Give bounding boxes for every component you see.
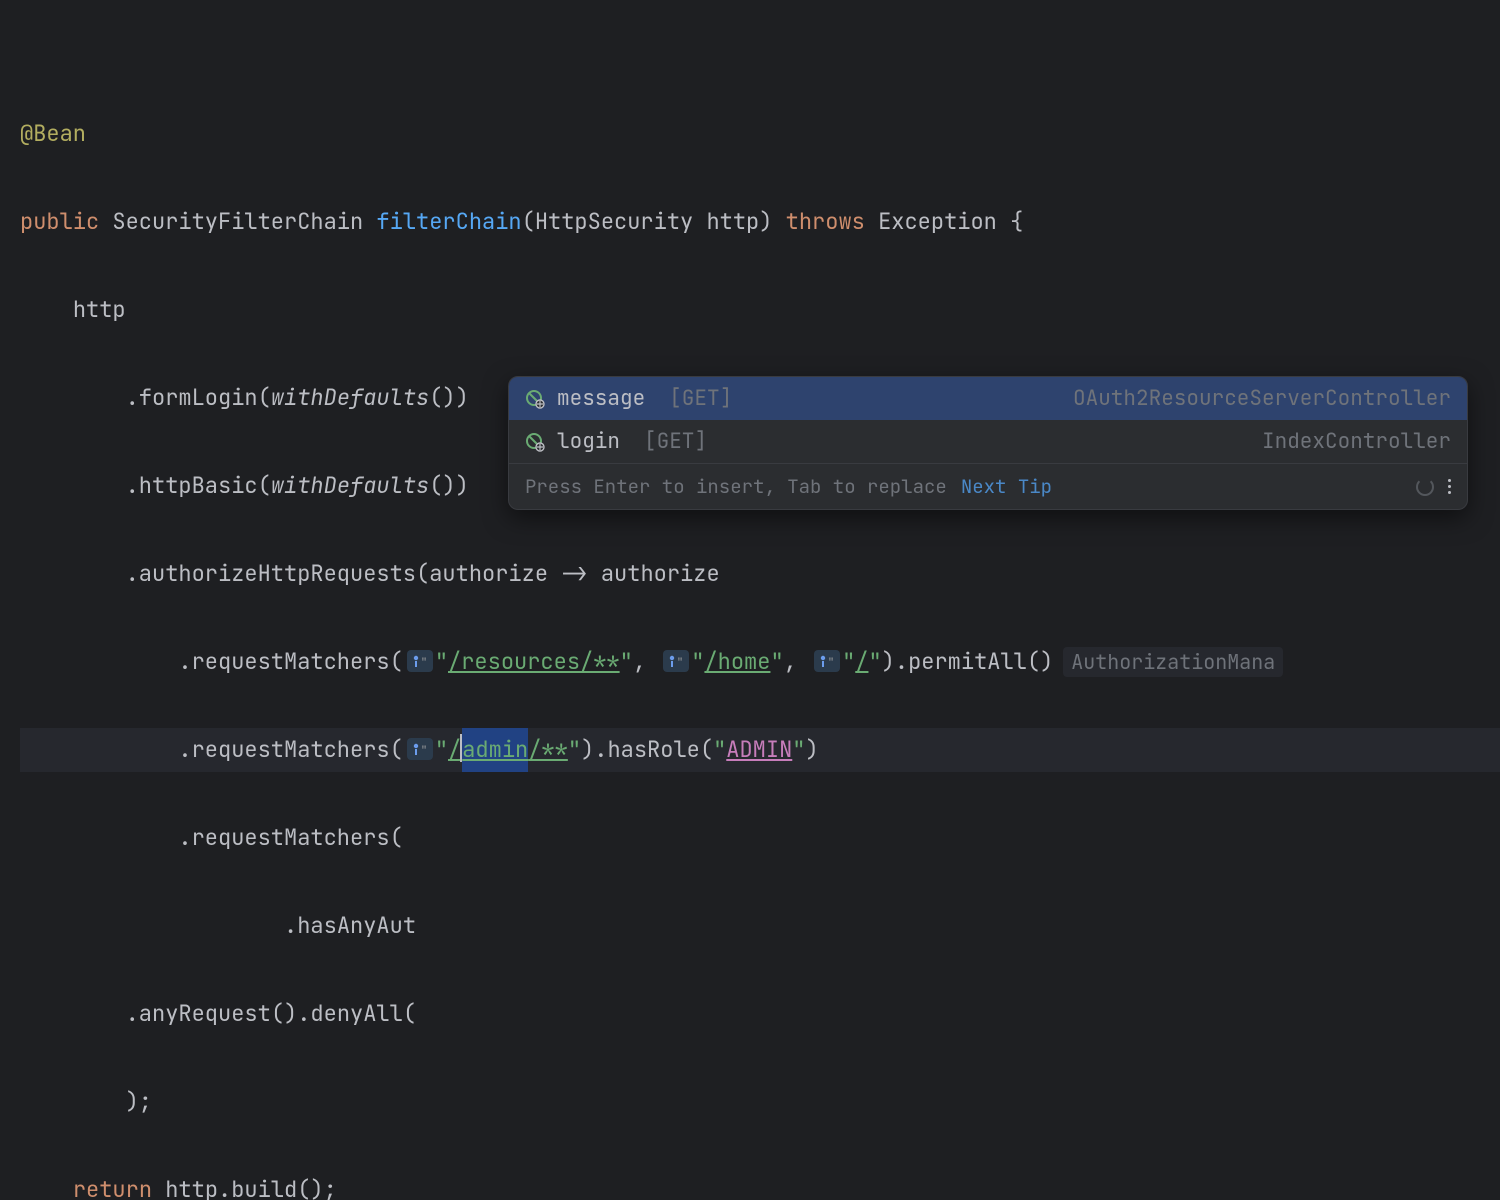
method-call: .httpBasic	[126, 471, 258, 500]
code-line: .requestMatchers(	[20, 816, 1500, 860]
autocomplete-label: login	[557, 428, 620, 455]
code-line: .authorizeHttpRequests(authorize -> auth…	[20, 552, 1500, 596]
string-literal: /resources/**	[448, 647, 620, 676]
lambda-param: authorize	[429, 559, 548, 588]
code-line: .anyRequest().denyAll(	[20, 992, 1500, 1036]
url-hint-icon[interactable]: "	[663, 650, 689, 672]
inlay-type-hint: AuthorizationMana	[1063, 647, 1283, 677]
code-line: );	[20, 1080, 1500, 1124]
code-line-current: .requestMatchers(""/admin/**").hasRole("…	[20, 728, 1500, 772]
more-options-icon[interactable]	[1448, 479, 1451, 494]
method-call: .requestMatchers	[178, 823, 389, 852]
code-editor[interactable]: @Bean public SecurityFilterChain filterC…	[0, 0, 1500, 1200]
method-call: .authorizeHttpRequests	[126, 559, 416, 588]
keyword-public: public	[20, 207, 99, 236]
method-name: filterChain	[376, 207, 521, 236]
method-call: .denyAll	[297, 999, 403, 1028]
method-call: .formLogin	[126, 383, 258, 412]
param-type: HttpSecurity	[535, 207, 693, 236]
code-line: .hasAnyAut	[20, 904, 1500, 948]
method-ref: withDefaults	[271, 471, 429, 500]
endpoint-icon	[525, 389, 545, 409]
return-type: SecurityFilterChain	[112, 207, 363, 236]
method-call: .hasRole	[594, 735, 700, 764]
lambda-arrow: ->	[561, 559, 587, 588]
string-part: /**	[528, 735, 568, 764]
autocomplete-label: message	[557, 385, 645, 412]
close-paren: );	[126, 1087, 152, 1116]
keyword-throws: throws	[786, 207, 865, 236]
svg-text:": "	[421, 745, 427, 756]
identifier: authorize	[601, 559, 720, 588]
autocomplete-item[interactable]: message [GET] OAuth2ResourceServerContro…	[509, 377, 1467, 420]
autocomplete-http-method: [GET]	[669, 385, 732, 412]
autocomplete-http-method: [GET]	[644, 428, 707, 455]
method-call: .anyRequest	[126, 999, 271, 1028]
method-call: .requestMatchers	[178, 735, 389, 764]
code-line: public SecurityFilterChain filterChain(H…	[20, 200, 1500, 244]
autocomplete-popup[interactable]: message [GET] OAuth2ResourceServerContro…	[508, 376, 1468, 510]
string-literal: /home	[704, 647, 770, 676]
url-hint-icon[interactable]: "	[407, 650, 433, 672]
url-hint-icon[interactable]: "	[814, 650, 840, 672]
param-name: http	[706, 207, 759, 236]
method-call-partial: .hasAnyAut	[284, 911, 416, 940]
string-selection: admin	[462, 735, 528, 764]
autocomplete-footer: Press Enter to insert, Tab to replace Ne…	[509, 463, 1467, 509]
annotation: @Bean	[20, 119, 86, 148]
keyword-return: return	[73, 1175, 152, 1200]
method-ref: withDefaults	[271, 383, 429, 412]
method-call: .build	[218, 1175, 297, 1200]
svg-text:": "	[421, 657, 427, 668]
svg-text:": "	[677, 657, 683, 668]
code-line: @Bean	[20, 112, 1500, 156]
code-line: .requestMatchers(""/resources/**", ""/ho…	[20, 640, 1500, 684]
svg-text:": "	[828, 657, 834, 668]
identifier: http	[73, 295, 126, 324]
code-line: return http.build();	[20, 1168, 1500, 1200]
identifier: http	[165, 1175, 218, 1200]
autocomplete-class: IndexController	[1262, 428, 1451, 455]
autocomplete-class: OAuth2ResourceServerController	[1073, 385, 1451, 412]
next-tip-link[interactable]: Next Tip	[961, 474, 1052, 499]
method-call: .permitAll	[895, 647, 1027, 676]
code-line: http	[20, 288, 1500, 332]
string-literal: /	[855, 647, 868, 676]
url-hint-icon[interactable]: "	[407, 738, 433, 760]
method-call: .requestMatchers	[178, 647, 389, 676]
autocomplete-item[interactable]: login [GET] IndexController	[509, 420, 1467, 463]
string-constant: ADMIN	[726, 735, 792, 764]
exception-type: Exception	[878, 207, 997, 236]
endpoint-icon	[525, 432, 545, 452]
footer-hint-text: Press Enter to insert, Tab to replace	[525, 474, 947, 499]
loading-spinner-icon	[1416, 478, 1434, 496]
